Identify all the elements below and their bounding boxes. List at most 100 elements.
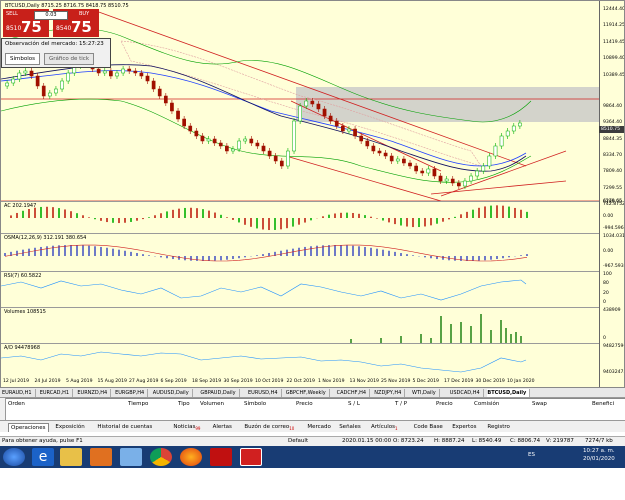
rsi-pane[interactable]: RSI(7) 60.5822 — [1, 271, 599, 307]
terminal-tab[interactable]: Expertos — [450, 423, 478, 432]
pdf-reader-icon[interactable] — [210, 448, 232, 466]
candle-body — [365, 140, 370, 147]
windows-start-icon[interactable] — [3, 448, 25, 466]
price-scale-label: 11419.45 — [603, 40, 625, 45]
indicator-scale-label: -967.593 — [603, 264, 624, 269]
ad-pane[interactable]: A/D 94478968 — [1, 343, 599, 377]
clock-time[interactable]: 10:27 a. m. — [583, 448, 615, 454]
candle-body — [408, 162, 412, 167]
candle-body — [11, 78, 16, 84]
candle-body — [334, 120, 339, 127]
candle-body — [499, 135, 504, 147]
chart-tab[interactable]: CADCHF,H4 — [337, 389, 371, 397]
orders-column-header[interactable]: Precio — [296, 401, 313, 407]
orders-column-header[interactable]: Benefici — [592, 401, 614, 407]
clock-date[interactable]: 20/01/2020 — [583, 456, 615, 462]
orders-column-header[interactable]: Símbolo — [244, 401, 266, 407]
indicator-scale-label: 100 — [603, 272, 612, 277]
metatrader-icon[interactable] — [240, 448, 262, 466]
chart-tab[interactable]: USDCAD,H4 — [450, 389, 484, 397]
chart-tab[interactable]: GBPCHF,Weekly — [286, 389, 330, 397]
terminal-tab[interactable]: Exposición — [53, 423, 86, 432]
orders-column-header[interactable]: Tiempo — [128, 401, 148, 407]
price-scale[interactable]: 12444.40 11914.25 11419.45 10899.40 10389.45… — [599, 1, 625, 387]
profile-name: Default — [288, 438, 309, 444]
screen-margin — [0, 468, 625, 500]
file-explorer-icon[interactable] — [60, 448, 82, 466]
help-text: Para obtener ayuda, pulse F1 — [2, 438, 83, 444]
bar-close: C: 8806.74 — [510, 438, 541, 444]
terminal-tab[interactable]: Alertas — [211, 423, 234, 432]
orders-column-header[interactable]: Precio — [436, 401, 453, 407]
chrome-icon[interactable] — [150, 448, 172, 466]
internet-explorer-icon[interactable]: e — [32, 448, 54, 466]
chart-tab[interactable]: EURUSD,H4 — [248, 389, 282, 397]
time-axis: 12 Jul 2019 24 Jul 2019 5 Aug 2019 15 Aug 2… — [1, 377, 599, 387]
indicator-scale-label: 94827596 — [603, 344, 625, 349]
candle-body — [182, 118, 186, 127]
current-price-marker: 8510.75 — [599, 126, 624, 133]
tab-symbols[interactable]: Símbolos — [5, 53, 40, 65]
chart-window[interactable]: AC 202.1947 OSMA(12,26,9) 312.191 380.65… — [0, 0, 625, 388]
time-axis-label: 5 Dec 2019 — [412, 379, 439, 384]
chart-tab[interactable]: EURAUD,H1 — [2, 389, 36, 397]
orders-column-header[interactable]: Comisión — [474, 401, 499, 407]
orders-column-header[interactable]: T / P — [395, 401, 407, 407]
market-watch-window[interactable]: Observación del mercado: 15:27:23 Símbol… — [1, 38, 111, 68]
volumes-pane[interactable]: Volumes 108515 — [1, 307, 599, 344]
terminal-tab[interactable]: Operaciones — [8, 423, 49, 432]
orders-column-header[interactable]: Tipo — [178, 401, 190, 407]
chart-tab[interactable]: GBPAUD,Daily — [200, 389, 240, 397]
time-axis-label: 25 Nov 2019 — [381, 379, 411, 384]
orders-column-header[interactable]: Swap — [532, 401, 547, 407]
terminal-tab[interactable]: Historial de cuentas — [95, 423, 154, 432]
candle-body — [54, 88, 58, 94]
candle-body — [157, 88, 162, 97]
chart-tab[interactable]: BTCUSD,Daily — [487, 389, 531, 397]
candle-body — [47, 92, 52, 97]
one-click-trading-panel: SELL 8510 75 BUY 8540 75 0.03 — [3, 9, 99, 37]
media-player-icon[interactable] — [90, 448, 112, 466]
indicator-scale-label: 0.00 — [603, 249, 614, 254]
time-axis-label: 22 Oct 2019 — [286, 379, 315, 384]
firefox-icon[interactable] — [180, 448, 202, 466]
bar-datetime: 2020.01.15 00:00 — [342, 438, 392, 444]
candle-body — [249, 138, 254, 144]
terminal-tab[interactable]: Buzón de correo10 — [242, 423, 296, 432]
terminal-tab[interactable]: Registro — [485, 423, 512, 432]
chart-tab[interactable]: WTI,Daily — [412, 389, 440, 397]
candle-body — [243, 138, 248, 142]
terminal-tab[interactable]: Señales — [337, 423, 363, 432]
candle-body — [402, 158, 406, 164]
orders-column-header[interactable]: Orden — [8, 401, 25, 407]
time-axis-label: 30 Dec 2019 — [475, 379, 505, 384]
chart-tab[interactable]: NZDJPY,H4 — [374, 389, 406, 397]
candle-body — [255, 142, 260, 147]
terminal-tab[interactable]: Code Base — [412, 423, 445, 432]
candle-body — [353, 128, 357, 137]
price-candles — [5, 58, 522, 189]
candle-body — [115, 72, 119, 77]
paint-icon[interactable] — [120, 448, 142, 466]
indicator-scale-label: 742.8752 — [603, 202, 625, 207]
terminal-tab[interactable]: Artículos1 — [369, 423, 400, 432]
chart-tab[interactable]: EURCAD,H1 — [40, 389, 74, 397]
bar-open: O: 8723.24 — [393, 438, 424, 444]
time-axis-label: 18 Sep 2019 — [192, 379, 222, 384]
terminal-tab[interactable]: Noticias99 — [171, 423, 202, 432]
chart-tab[interactable]: EURGBP,H4 — [115, 389, 149, 397]
price-scale-label: 12444.40 — [603, 7, 625, 12]
ac-pane[interactable]: AC 202.1947 — [1, 201, 599, 233]
candle-body — [35, 75, 40, 87]
candle-body — [414, 165, 418, 172]
orders-column-header[interactable]: Volumen — [200, 401, 224, 407]
orders-column-header[interactable]: S / L — [348, 401, 360, 407]
terminal-tab[interactable]: Mercado — [305, 423, 333, 432]
chart-tab[interactable]: AUDUSD,Daily — [153, 389, 193, 397]
lot-size-input[interactable]: 0.03 — [34, 11, 68, 20]
chart-tab[interactable]: EURNZD,H4 — [77, 389, 112, 397]
language-indicator[interactable]: ES — [528, 452, 535, 458]
tab-tick-chart[interactable]: Gráfico de tick — [44, 53, 95, 65]
candle-body — [29, 70, 34, 77]
osma-pane[interactable]: OSMA(12,26,9) 312.191 380.654 — [1, 233, 599, 271]
